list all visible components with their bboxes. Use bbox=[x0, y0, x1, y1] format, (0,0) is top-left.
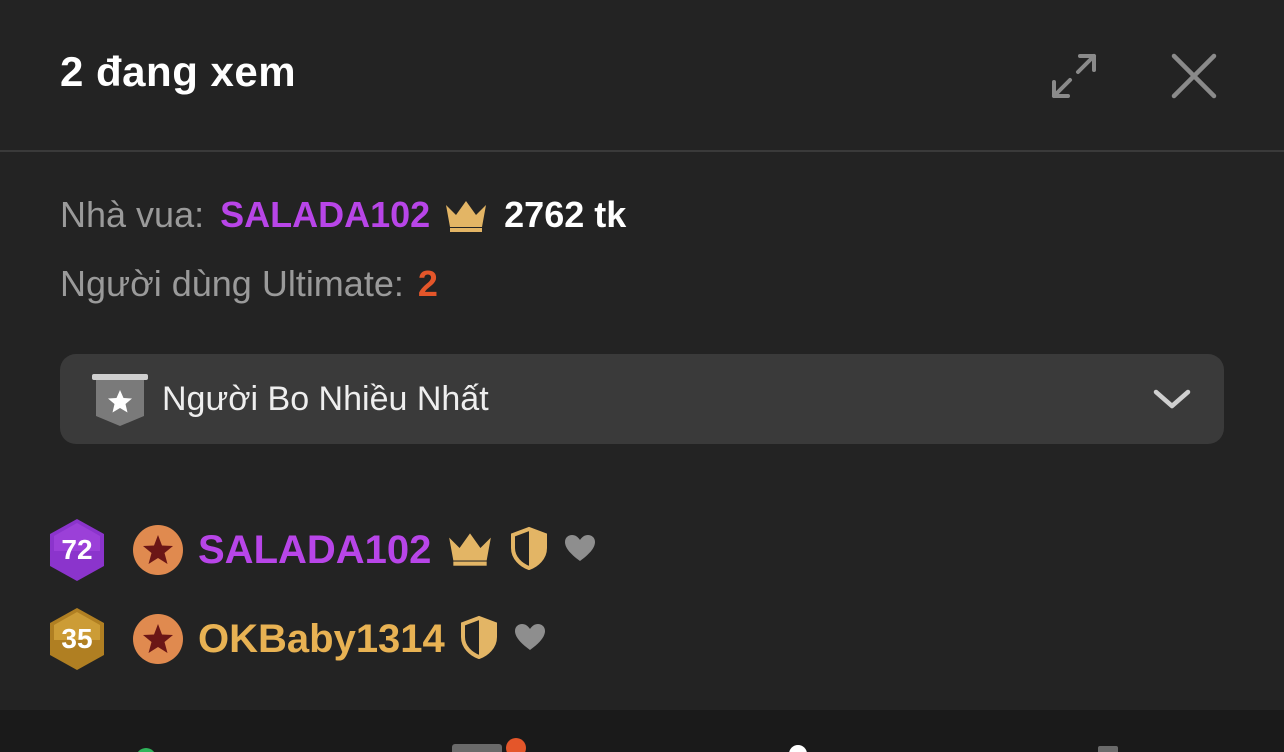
heart-icon bbox=[513, 622, 547, 657]
star-badge-icon bbox=[133, 614, 183, 664]
toolbar-icons-partial bbox=[138, 738, 1118, 752]
level-number: 35 bbox=[61, 623, 93, 654]
level-badge: 35 bbox=[46, 606, 108, 672]
heart-icon bbox=[563, 533, 597, 568]
shield-icon bbox=[509, 526, 549, 575]
viewer-list-item[interactable]: 72 SALADA102 bbox=[46, 515, 597, 585]
ultimate-count: 2 bbox=[417, 263, 438, 304]
king-row: Nhà vua: SALADA102 2762 tk bbox=[60, 193, 626, 237]
expand-icon bbox=[1052, 54, 1096, 98]
viewer-username: OKBaby1314 bbox=[198, 617, 445, 661]
chevron-down-icon bbox=[1152, 382, 1192, 416]
sort-dropdown[interactable]: Người Bo Nhiều Nhất bbox=[60, 354, 1224, 444]
panel-title: 2 đang xem bbox=[60, 48, 297, 95]
header-divider bbox=[0, 150, 1284, 152]
king-tokens: 2762 tk bbox=[504, 194, 627, 235]
ultimate-label: Người dùng Ultimate: bbox=[60, 263, 404, 304]
star-badge-icon bbox=[133, 525, 183, 575]
close-button[interactable] bbox=[1168, 50, 1220, 102]
viewer-username: SALADA102 bbox=[198, 528, 432, 572]
crown-icon bbox=[445, 529, 495, 572]
level-number: 72 bbox=[61, 534, 93, 565]
viewer-list-item[interactable]: 35 OKBaby1314 bbox=[46, 604, 547, 674]
viewers-panel: 2 đang xem Nhà vua: SALADA102 2762 tk Ng… bbox=[0, 0, 1284, 752]
ultimate-row: Người dùng Ultimate: 2 bbox=[60, 262, 438, 306]
king-username[interactable]: SALADA102 bbox=[220, 193, 430, 237]
level-badge: 72 bbox=[46, 517, 108, 583]
panel-header: 2 đang xem bbox=[0, 0, 1284, 150]
expand-button[interactable] bbox=[1046, 48, 1102, 104]
bottom-toolbar bbox=[0, 710, 1284, 752]
king-label: Nhà vua: bbox=[60, 194, 205, 235]
close-icon bbox=[1171, 53, 1217, 99]
top-tipper-badge-icon bbox=[92, 372, 148, 428]
sort-dropdown-label: Người Bo Nhiều Nhất bbox=[162, 380, 489, 418]
shield-icon bbox=[459, 615, 499, 664]
crown-icon bbox=[442, 197, 490, 233]
